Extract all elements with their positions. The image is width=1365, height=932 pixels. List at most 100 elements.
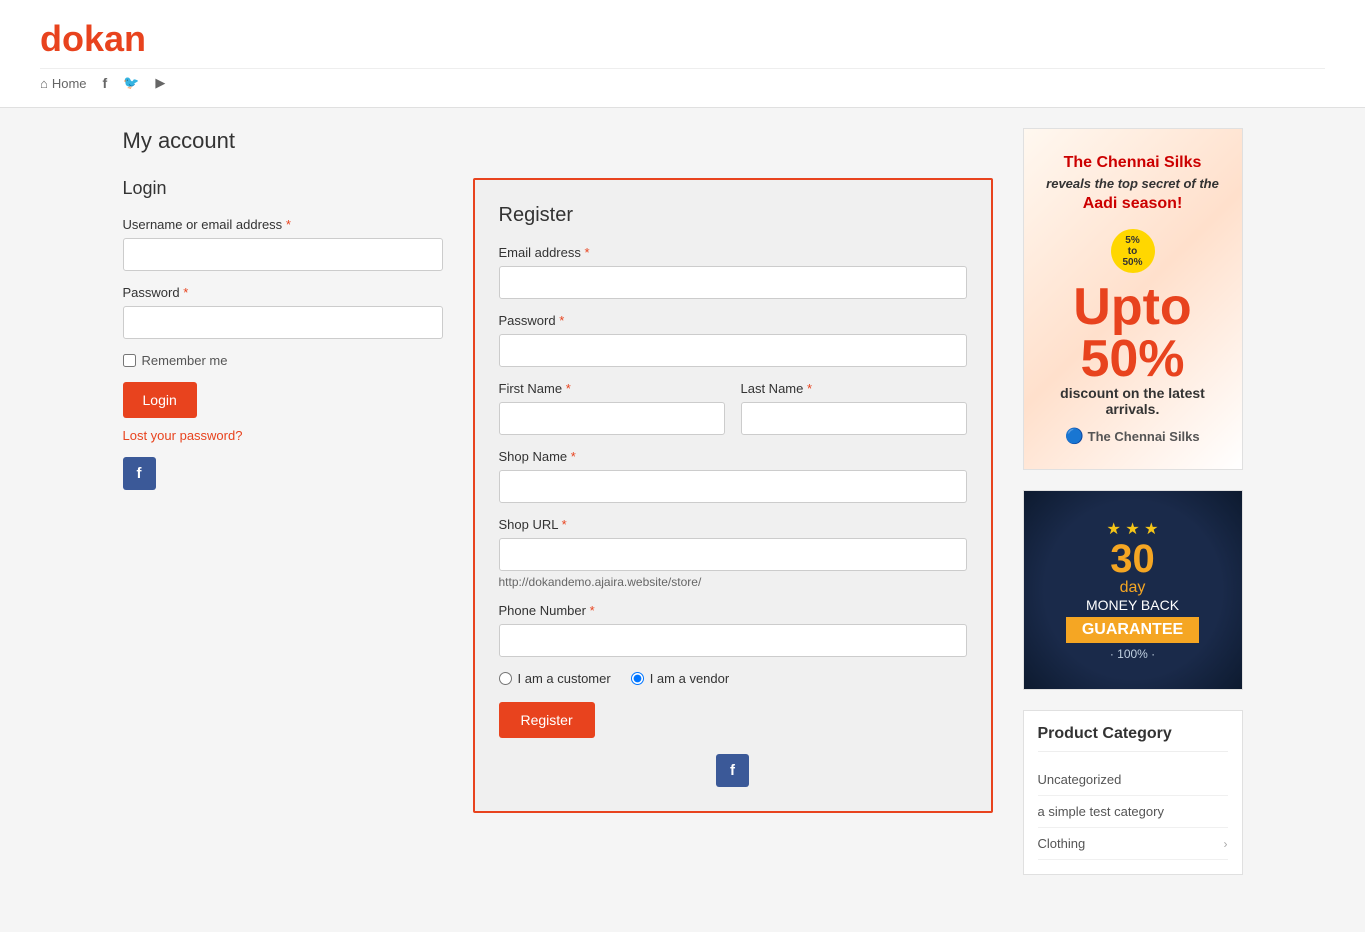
remember-checkbox[interactable] <box>123 354 136 367</box>
nav-twitter[interactable]: 🐦 <box>123 75 139 91</box>
register-form: Email address * Password * <box>499 245 967 738</box>
phone-input[interactable] <box>499 624 967 657</box>
header: dokan ⌂ Home f 🐦 ▶ <box>0 0 1365 108</box>
badge-ribbon: GUARANTEE <box>1066 617 1199 643</box>
logo-rest: okan <box>62 18 146 59</box>
register-section: Register Email address * Password * <box>473 178 993 813</box>
nav-facebook[interactable]: f <box>103 75 108 91</box>
username-input[interactable] <box>123 238 443 271</box>
password-register-input[interactable] <box>499 334 967 367</box>
role-radio-group: I am a customer I am a vendor <box>499 671 967 686</box>
email-group: Email address * <box>499 245 967 299</box>
last-name-label: Last Name * <box>741 381 967 396</box>
category-item: Uncategorized <box>1038 764 1228 796</box>
logo: dokan <box>40 18 1325 60</box>
nav-home[interactable]: ⌂ Home <box>40 76 87 91</box>
chevron-right-icon: › <box>1224 837 1228 851</box>
youtube-nav-icon: ▶ <box>155 75 165 91</box>
remember-label: Remember me <box>142 353 228 368</box>
ad-discount: Upto 50% <box>1038 281 1228 385</box>
password-login-required: * <box>183 285 188 300</box>
ad-badge: 5%to50% <box>1111 229 1155 273</box>
phone-group: Phone Number * <box>499 603 967 657</box>
badge-pct: · 100% · <box>1066 647 1199 661</box>
badge-day-label: day <box>1066 579 1199 597</box>
first-name-group: First Name * <box>499 381 725 435</box>
username-required: * <box>286 217 291 232</box>
sidebar: The Chennai Silks reveals the top secret… <box>1023 128 1243 875</box>
vendor-radio-label: I am a vendor <box>650 671 730 686</box>
ad-brand: 🔵 The Chennai Silks <box>1065 427 1199 445</box>
remember-me-group: Remember me <box>123 353 443 368</box>
password-register-required: * <box>559 313 564 328</box>
category-list: Uncategorized a simple test category Cloth… <box>1038 764 1228 860</box>
register-title: Register <box>499 204 967 227</box>
category-item: Clothing › <box>1038 828 1228 860</box>
badge-days: 30 <box>1066 539 1199 579</box>
content-area: My account Login Username or email addre… <box>123 128 993 875</box>
badge-inner: ★ ★ ★ 30 day Money Back GUARANTEE · 100%… <box>1066 519 1199 661</box>
password-login-label: Password * <box>123 285 443 300</box>
ad-placeholder: The Chennai Silks reveals the top secret… <box>1024 129 1242 469</box>
email-required: * <box>585 245 590 260</box>
product-category-section: Product Category Uncategorized a simple t… <box>1023 710 1243 875</box>
customer-radio-label: I am a customer <box>518 671 611 686</box>
customer-radio-item[interactable]: I am a customer <box>499 671 611 686</box>
last-name-input[interactable] <box>741 402 967 435</box>
category-link[interactable]: Clothing <box>1038 836 1086 851</box>
logo-d: d <box>40 18 62 59</box>
shop-name-label: Shop Name * <box>499 449 967 464</box>
badge-stars: ★ ★ ★ <box>1066 519 1199 539</box>
badge-money: Money Back <box>1066 597 1199 613</box>
product-category-title: Product Category <box>1038 725 1228 752</box>
shop-url-label: Shop URL * <box>499 517 967 532</box>
password-register-group: Password * <box>499 313 967 367</box>
main-nav: ⌂ Home f 🐦 ▶ <box>40 68 1325 97</box>
shop-url-input[interactable] <box>499 538 967 571</box>
sidebar-ad: The Chennai Silks reveals the top secret… <box>1023 128 1243 470</box>
register-button[interactable]: Register <box>499 702 595 738</box>
facebook-nav-icon: f <box>103 75 108 91</box>
name-row: First Name * Last Name * <box>499 381 967 449</box>
main-container: My account Login Username or email addre… <box>83 108 1283 895</box>
login-button[interactable]: Login <box>123 382 197 418</box>
first-name-input[interactable] <box>499 402 725 435</box>
password-login-input[interactable] <box>123 306 443 339</box>
shop-url-required: * <box>562 517 567 532</box>
ad-headline: The Chennai Silks reveals the top secret… <box>1046 153 1219 215</box>
email-input[interactable] <box>499 266 967 299</box>
password-login-group: Password * <box>123 285 443 339</box>
login-section: Login Username or email address * Passwo… <box>123 178 443 813</box>
email-label: Email address * <box>499 245 967 260</box>
shop-name-group: Shop Name * <box>499 449 967 503</box>
last-name-required: * <box>807 381 812 396</box>
nav-youtube[interactable]: ▶ <box>155 75 165 91</box>
home-icon: ⌂ <box>40 76 48 91</box>
customer-radio[interactable] <box>499 672 512 685</box>
twitter-nav-icon: 🐦 <box>123 75 139 91</box>
category-link[interactable]: Uncategorized <box>1038 772 1122 787</box>
shop-name-input[interactable] <box>499 470 967 503</box>
guarantee-badge: ★ ★ ★ 30 day Money Back GUARANTEE · 100%… <box>1023 490 1243 690</box>
vendor-radio-item[interactable]: I am a vendor <box>631 671 730 686</box>
vendor-radio[interactable] <box>631 672 644 685</box>
username-label: Username or email address * <box>123 217 443 232</box>
phone-required: * <box>590 603 595 618</box>
first-name-label: First Name * <box>499 381 725 396</box>
register-facebook-container: f <box>499 754 967 787</box>
register-facebook-button[interactable]: f <box>716 754 749 787</box>
category-item: a simple test category <box>1038 796 1228 828</box>
lost-password-link[interactable]: Lost your password? <box>123 428 443 443</box>
category-link[interactable]: a simple test category <box>1038 804 1164 819</box>
login-facebook-button[interactable]: f <box>123 457 156 490</box>
phone-label: Phone Number * <box>499 603 967 618</box>
username-group: Username or email address * <box>123 217 443 271</box>
login-title: Login <box>123 178 443 199</box>
shop-name-required: * <box>571 449 576 464</box>
form-columns: Login Username or email address * Passwo… <box>123 178 993 813</box>
page-title: My account <box>123 128 993 154</box>
ad-discount-text: discount on the latest arrivals. <box>1038 385 1228 417</box>
password-register-label: Password * <box>499 313 967 328</box>
shop-url-group: Shop URL * http://dokandemo.ajaira.websi… <box>499 517 967 589</box>
last-name-group: Last Name * <box>741 381 967 435</box>
